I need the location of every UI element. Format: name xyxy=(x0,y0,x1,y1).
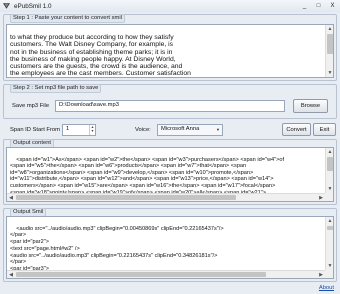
hscroll-thumb[interactable] xyxy=(16,272,266,277)
scroll-thumb[interactable] xyxy=(327,226,333,230)
voice-label: Voice: xyxy=(135,127,151,133)
span-id-label: Span ID Start From : xyxy=(10,127,64,133)
scroll-up-icon[interactable]: ▲ xyxy=(326,25,333,33)
voice-select[interactable]: Microsoft Anna ▼ xyxy=(157,124,223,136)
span-id-value: 1 xyxy=(66,126,70,132)
scroll-up-icon[interactable]: ▲ xyxy=(326,148,333,156)
content-input[interactable]: to what they produce but according to ho… xyxy=(6,24,334,78)
output-content-area[interactable]: <span id="w1">As</span> <span id="w2">th… xyxy=(6,147,334,202)
output-smil-hscroll[interactable]: ◀ ▶ xyxy=(7,270,325,278)
hscroll-thumb[interactable] xyxy=(16,195,236,200)
save-mp3-label: Save mp3 File xyxy=(12,103,50,109)
scroll-down-icon[interactable]: ▼ xyxy=(326,185,333,193)
app-window: ePubSmil 1.0 _ □ X Step 1 : Paste your c… xyxy=(0,0,340,294)
convert-button[interactable]: Convert xyxy=(282,123,311,136)
title-bar[interactable]: ePubSmil 1.0 _ □ X xyxy=(0,0,340,12)
content-scrollbar[interactable]: ▲ ▼ xyxy=(325,25,333,77)
window-title: ePubSmil 1.0 xyxy=(14,2,52,10)
mp3-path-field[interactable]: D:\Download\save.mp3 xyxy=(55,100,285,112)
voice-value: Microsoft Anna xyxy=(161,126,200,132)
scroll-up-icon[interactable]: ▲ xyxy=(326,217,333,225)
scroll-down-icon[interactable]: ▼ xyxy=(326,69,333,77)
span-id-stepper[interactable]: 1 ▲ ▼ xyxy=(62,124,96,136)
maximize-button[interactable]: □ xyxy=(313,2,324,10)
scroll-left-icon[interactable]: ◀ xyxy=(7,271,15,278)
chevron-down-icon[interactable]: ▼ xyxy=(214,125,222,135)
scroll-thumb[interactable] xyxy=(327,157,333,171)
output-smil-area[interactable]: <audio src="../audio/audio.mp3" clipBegi… xyxy=(6,216,334,279)
browse-button[interactable]: Browse xyxy=(293,99,328,113)
scroll-corner xyxy=(325,270,333,278)
step1-legend: Step 1 : Paste your content to convert s… xyxy=(10,14,125,23)
stepper-arrows-icon[interactable]: ▲ ▼ xyxy=(89,125,95,135)
output-content-vscroll[interactable]: ▲ ▼ xyxy=(325,148,333,193)
output-content-hscroll[interactable]: ◀ ▶ xyxy=(7,193,325,201)
step2-legend: Step 2 : Set mp3 file path to save xyxy=(10,84,102,93)
minimize-button[interactable]: _ xyxy=(299,2,310,10)
app-icon xyxy=(3,3,10,9)
scroll-down-icon[interactable]: ▼ xyxy=(326,262,333,270)
about-link[interactable]: About xyxy=(319,285,334,291)
content-input-text: to what they produce but according to ho… xyxy=(10,34,191,78)
scroll-corner xyxy=(325,193,333,201)
scroll-right-icon[interactable]: ▶ xyxy=(317,194,325,201)
close-button[interactable]: X xyxy=(327,2,338,10)
exit-button[interactable]: Exit xyxy=(313,123,336,136)
mp3-path-value: D:\Download\save.mp3 xyxy=(59,102,119,108)
scroll-right-icon[interactable]: ▶ xyxy=(317,271,325,278)
scroll-thumb[interactable] xyxy=(327,34,333,54)
scroll-left-icon[interactable]: ◀ xyxy=(7,194,15,201)
output-smil-vscroll[interactable]: ▲ ▼ xyxy=(325,217,333,270)
